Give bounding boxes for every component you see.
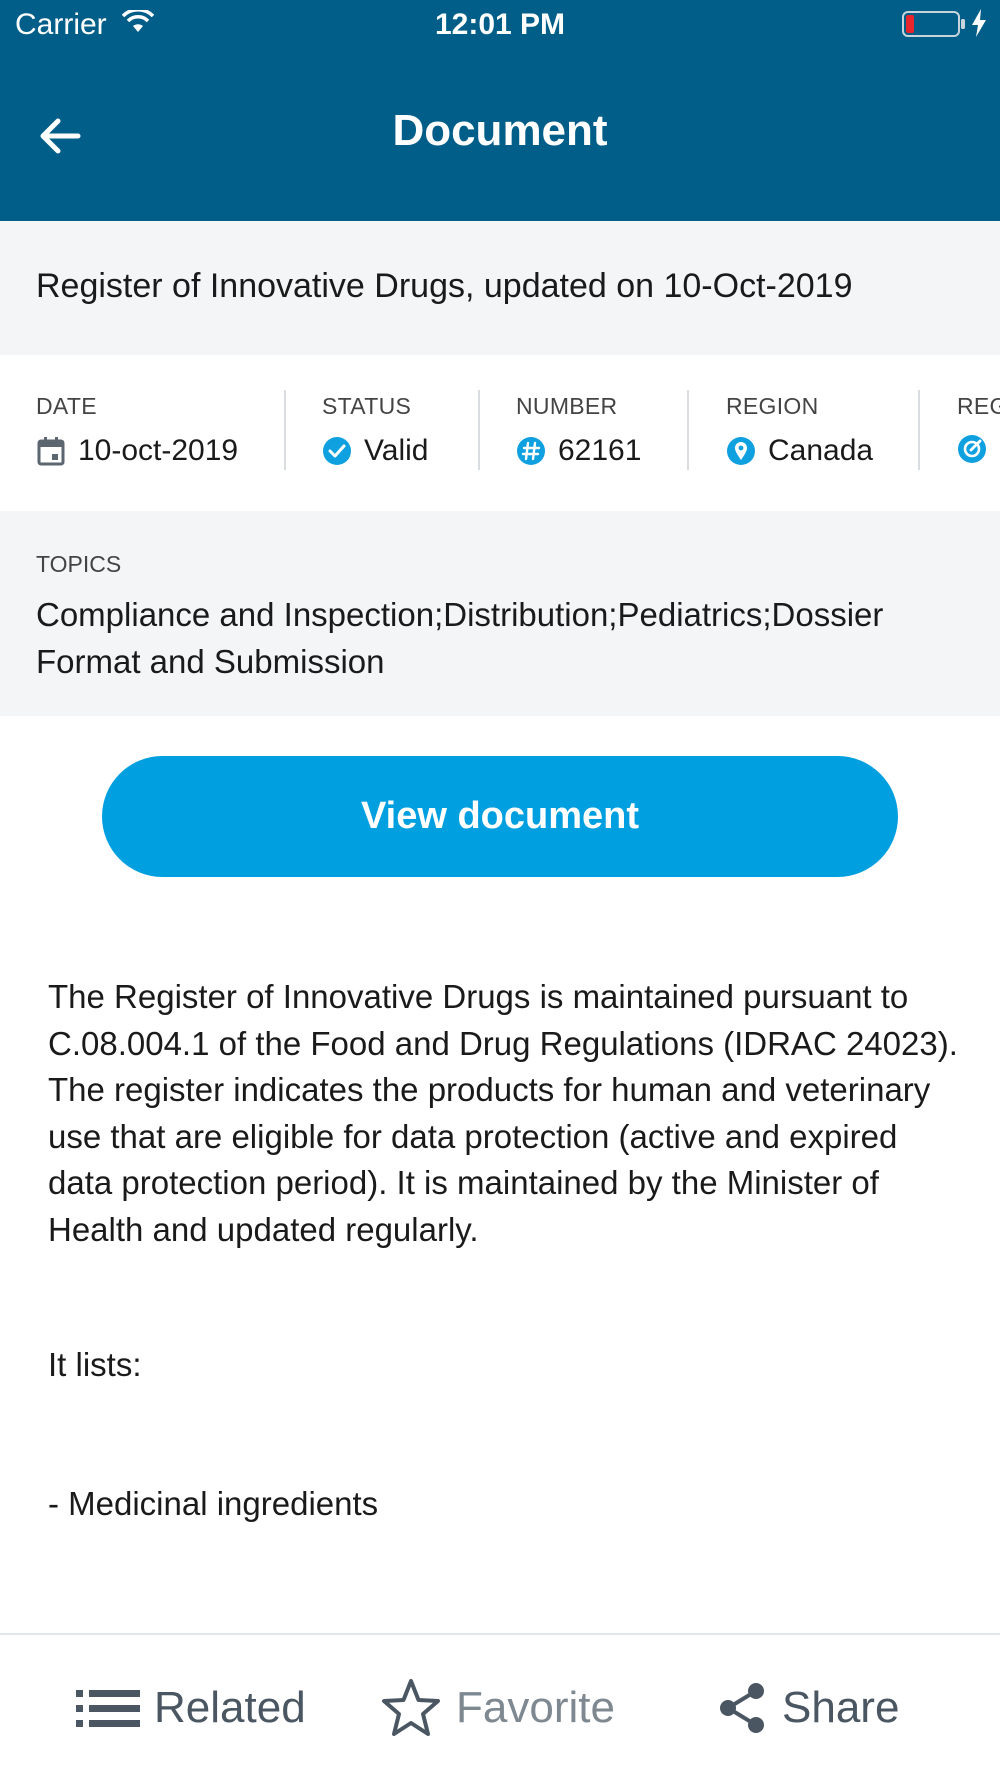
topics-section: TOPICS Compliance and Inspection;Distrib… xyxy=(0,511,1000,716)
location-pin-icon xyxy=(727,437,755,465)
share-icon xyxy=(720,1683,764,1733)
meta-number-value: 62161 xyxy=(558,434,642,467)
list-item: - Medicinal ingredients xyxy=(48,1485,379,1522)
charging-bolt-icon xyxy=(972,9,986,37)
check-circle-icon xyxy=(323,437,351,465)
divider xyxy=(478,390,480,470)
meta-number: NUMBER 62161 xyxy=(516,393,641,473)
share-tab-label: Share xyxy=(782,1683,900,1732)
divider xyxy=(918,390,920,470)
meta-status-value: Valid xyxy=(364,434,429,467)
lists-label: It lists: xyxy=(48,1346,142,1383)
meta-partial: REG xyxy=(957,393,1000,473)
clock: 12:01 PM xyxy=(434,8,566,41)
meta-date: DATE 10-oct-2019 xyxy=(36,393,238,473)
meta-status: STATUS Valid xyxy=(322,393,428,473)
list-icon xyxy=(76,1690,140,1727)
meta-number-label: NUMBER xyxy=(516,393,618,419)
star-icon xyxy=(382,1679,440,1736)
page-title: Document xyxy=(392,106,608,155)
hash-icon xyxy=(517,437,545,465)
edit-circle-icon xyxy=(958,435,986,463)
document-description: The Register of Innovative Drugs is main… xyxy=(48,978,958,1248)
calendar-icon xyxy=(37,437,65,466)
meta-region: REGION Canada xyxy=(726,393,873,473)
topics-value: Compliance and Inspection;Distribution;P… xyxy=(36,596,884,680)
bottom-tab-bar: Related Favorite Share xyxy=(0,1635,1000,1778)
topics-label: TOPICS xyxy=(36,551,122,577)
meta-status-label: STATUS xyxy=(322,393,412,419)
divider xyxy=(284,390,286,470)
document-header: Register of Innovative Drugs, updated on… xyxy=(0,221,1000,355)
meta-region-value: Canada xyxy=(768,434,874,467)
meta-region-label: REGION xyxy=(726,393,819,419)
battery-icon xyxy=(902,11,965,37)
document-title: Register of Innovative Drugs, updated on… xyxy=(36,267,853,305)
view-document-button[interactable]: View document xyxy=(102,756,898,877)
favorite-tab-label: Favorite xyxy=(456,1683,615,1732)
meta-partial-label: REG xyxy=(957,393,1000,419)
divider xyxy=(687,390,689,470)
related-tab[interactable]: Related xyxy=(76,1675,306,1741)
metadata-row: DATE 10-oct-2019 STATUS Valid NUMBER 621… xyxy=(0,355,1000,511)
meta-date-value: 10-oct-2019 xyxy=(78,434,239,467)
status-bar: Carrier 12:01 PM xyxy=(0,0,1000,50)
nav-bar: Document xyxy=(0,50,1000,221)
favorite-tab[interactable]: Favorite xyxy=(380,1675,615,1741)
share-tab[interactable]: Share xyxy=(716,1675,899,1741)
related-tab-label: Related xyxy=(154,1683,306,1732)
meta-date-label: DATE xyxy=(36,393,97,419)
